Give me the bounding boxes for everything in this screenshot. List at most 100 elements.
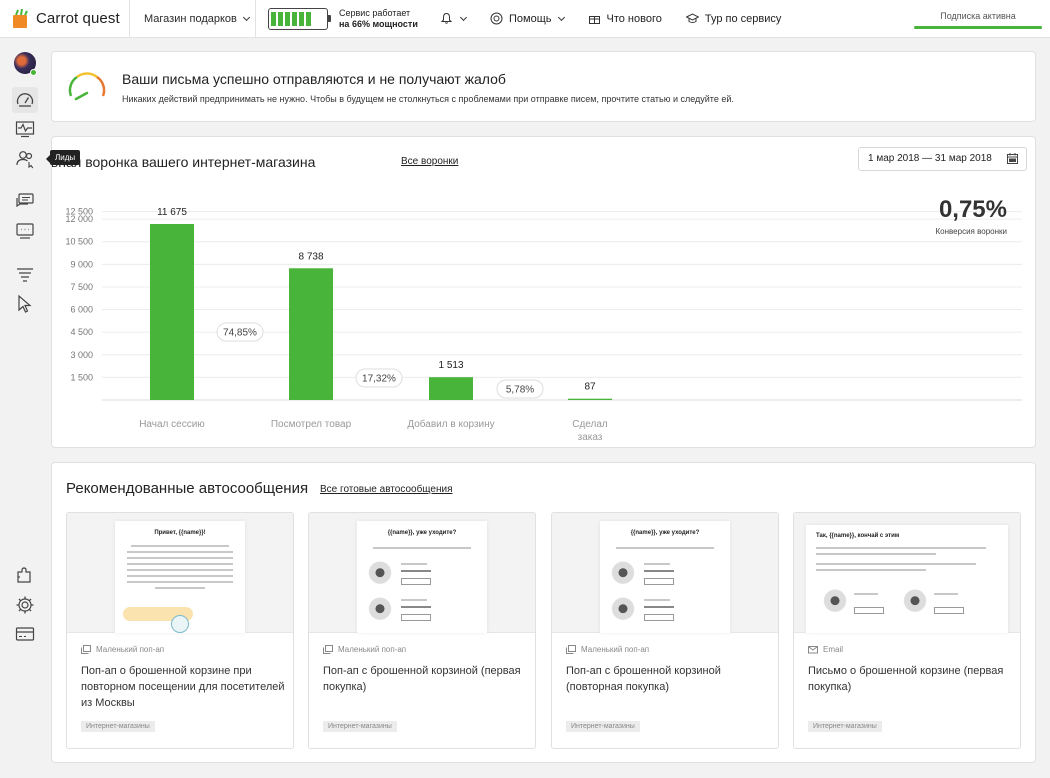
popup-icon <box>81 645 91 654</box>
battery-icon <box>268 7 331 30</box>
category-label: Начал сессию <box>139 419 205 430</box>
online-status-dot <box>30 69 37 76</box>
sidebar-item-dashboard[interactable] <box>12 87 38 113</box>
service-power[interactable]: Сервис работает на 66% мощности <box>256 7 426 30</box>
bar-value-label: 8 738 <box>298 251 323 262</box>
step-conversion-label: 74,85% <box>223 328 257 339</box>
recommended-card: Рекомендованные автосообщения Все готовы… <box>51 462 1036 763</box>
automessage-tile[interactable]: {{name}}, уже уходите? Маленький поп-ап … <box>551 512 779 749</box>
tile-tag[interactable]: Интернет-магазины <box>808 721 882 732</box>
y-tick-label: 6 000 <box>70 305 93 315</box>
tile-type: Маленький поп-ап <box>566 645 649 654</box>
automessage-tile[interactable]: Привет, {{name}}! Маленький поп-ап Поп-а… <box>66 512 294 749</box>
funnel-card: овная воронка вашего интернет-магазина В… <box>51 136 1036 448</box>
alert-title: Ваши письма успешно отправляются и не по… <box>122 71 506 87</box>
chat-bubbles-icon <box>16 193 34 208</box>
sidebar-item-analytics[interactable] <box>14 118 36 140</box>
pulse-monitor-icon <box>15 121 35 138</box>
tile-title: Поп-ап с брошенной корзиной (повторная п… <box>566 665 721 693</box>
top-bar: Carrot quest Магазин подарков Сервис раб… <box>0 0 1050 38</box>
category-label: Добавил в корзину <box>407 418 494 430</box>
popup-preview: {{name}}, уже уходите? <box>357 521 487 633</box>
sidebar-item-leads[interactable] <box>14 148 36 170</box>
sidebar-item-messages[interactable] <box>14 220 36 242</box>
funnel-bar <box>150 224 194 400</box>
users-icon <box>16 151 34 169</box>
tile-preview: {{name}}, уже уходите? <box>309 513 535 633</box>
sidebar-item-integrations[interactable] <box>14 564 36 586</box>
puzzle-icon <box>17 567 31 583</box>
tile-type: Маленький поп-ап <box>323 645 406 654</box>
conversion-label: Конверсия воронки <box>935 227 1007 236</box>
funnel-chart: 1 5003 0004 5006 0007 5009 00010 50012 0… <box>65 207 1022 443</box>
tooltip-leads: Лиды <box>45 150 81 165</box>
gear-icon <box>16 596 34 614</box>
y-tick-label: 9 000 <box>70 259 93 269</box>
alert-text: Никаких действий предпринимать не нужно.… <box>122 94 734 104</box>
tile-title: Письмо о брошенной корзине (первая покуп… <box>808 665 1004 693</box>
y-tick-label: 1 500 <box>70 372 93 382</box>
sidebar-item-triggers[interactable] <box>14 293 36 315</box>
tile-tag[interactable]: Интернет-магазины <box>566 721 640 732</box>
email-status-card: Ваши письма успешно отправляются и не по… <box>51 51 1036 122</box>
chevron-down-icon <box>557 13 565 21</box>
tile-title: Поп-ап с брошенной корзиной (первая поку… <box>323 665 521 693</box>
y-tick-label: 3 000 <box>70 350 93 360</box>
popup-preview: {{name}}, уже уходите? <box>600 521 730 633</box>
message-screen-icon <box>16 223 34 239</box>
popup-icon <box>566 645 576 654</box>
sidebar: Лиды <box>0 38 81 778</box>
y-tick-label: 12 500 <box>65 207 93 217</box>
tile-tag[interactable]: Интернет-магазины <box>81 721 155 732</box>
tile-type: Email <box>808 645 843 654</box>
gift-icon <box>588 16 600 24</box>
category-label: Сделал заказ <box>572 419 608 443</box>
lifebuoy-icon <box>490 12 503 25</box>
bar-value-label: 11 675 <box>157 207 187 218</box>
brand-name: Carrot quest <box>36 10 120 27</box>
gauge-icon <box>68 72 106 101</box>
envelope-icon <box>808 646 818 654</box>
popup-preview: Привет, {{name}}! <box>115 521 245 633</box>
carrot-logo-icon <box>13 8 28 28</box>
email-preview: Так, {{name}}, кончай с этим <box>806 525 1008 633</box>
funnel-bar <box>429 377 473 400</box>
power-status: Сервис работает на 66% мощности <box>339 7 418 29</box>
step-conversion-label: 5,78% <box>506 385 534 396</box>
funnel-bar <box>568 398 612 400</box>
tile-type: Маленький поп-ап <box>81 645 164 654</box>
tile-tag[interactable]: Интернет-магазины <box>323 721 397 732</box>
category-label: Посмотрел товар <box>271 419 352 430</box>
tile-title: Поп-ап о брошенной корзине при повторном… <box>81 665 285 709</box>
sidebar-item-settings[interactable] <box>14 594 36 616</box>
automessage-tile[interactable]: {{name}}, уже уходите? Маленький поп-ап … <box>308 512 536 749</box>
conversion-value: 0,75% <box>938 196 1007 223</box>
sidebar-item-chats[interactable] <box>14 190 36 212</box>
graduation-cap-icon <box>685 13 699 23</box>
credit-card-icon <box>15 627 35 641</box>
help-menu[interactable]: Помощь <box>490 12 565 25</box>
y-tick-label: 10 500 <box>65 237 93 247</box>
chevron-down-icon <box>242 13 250 21</box>
funnel-bar <box>289 268 333 400</box>
y-tick-label: 4 500 <box>70 327 93 337</box>
all-automessages-link[interactable]: Все готовые автосообщения <box>320 484 453 495</box>
bar-value-label: 1 513 <box>438 360 463 371</box>
tour-button[interactable]: Тур по сервису <box>685 12 781 25</box>
automessage-tile[interactable]: Так, {{name}}, кончай с этим Email Письм… <box>793 512 1021 749</box>
brand[interactable]: Carrot quest <box>0 0 130 38</box>
sidebar-item-billing[interactable] <box>14 623 36 645</box>
subscription-status[interactable]: Подписка активна <box>914 0 1042 38</box>
cursor-icon <box>18 294 32 313</box>
speedometer-icon <box>16 93 34 107</box>
sidebar-item-funnels[interactable] <box>14 264 36 286</box>
shop-selector[interactable]: Магазин подарков <box>130 0 256 38</box>
popup-icon <box>323 645 333 654</box>
funnel-icon <box>17 268 33 282</box>
chevron-down-icon <box>459 13 468 21</box>
bell-icon <box>440 12 453 24</box>
notifications-button[interactable] <box>440 12 468 25</box>
whats-new-button[interactable]: Что нового <box>588 12 662 25</box>
tile-preview: {{name}}, уже уходите? <box>552 513 778 633</box>
step-conversion-label: 17,32% <box>362 374 396 385</box>
